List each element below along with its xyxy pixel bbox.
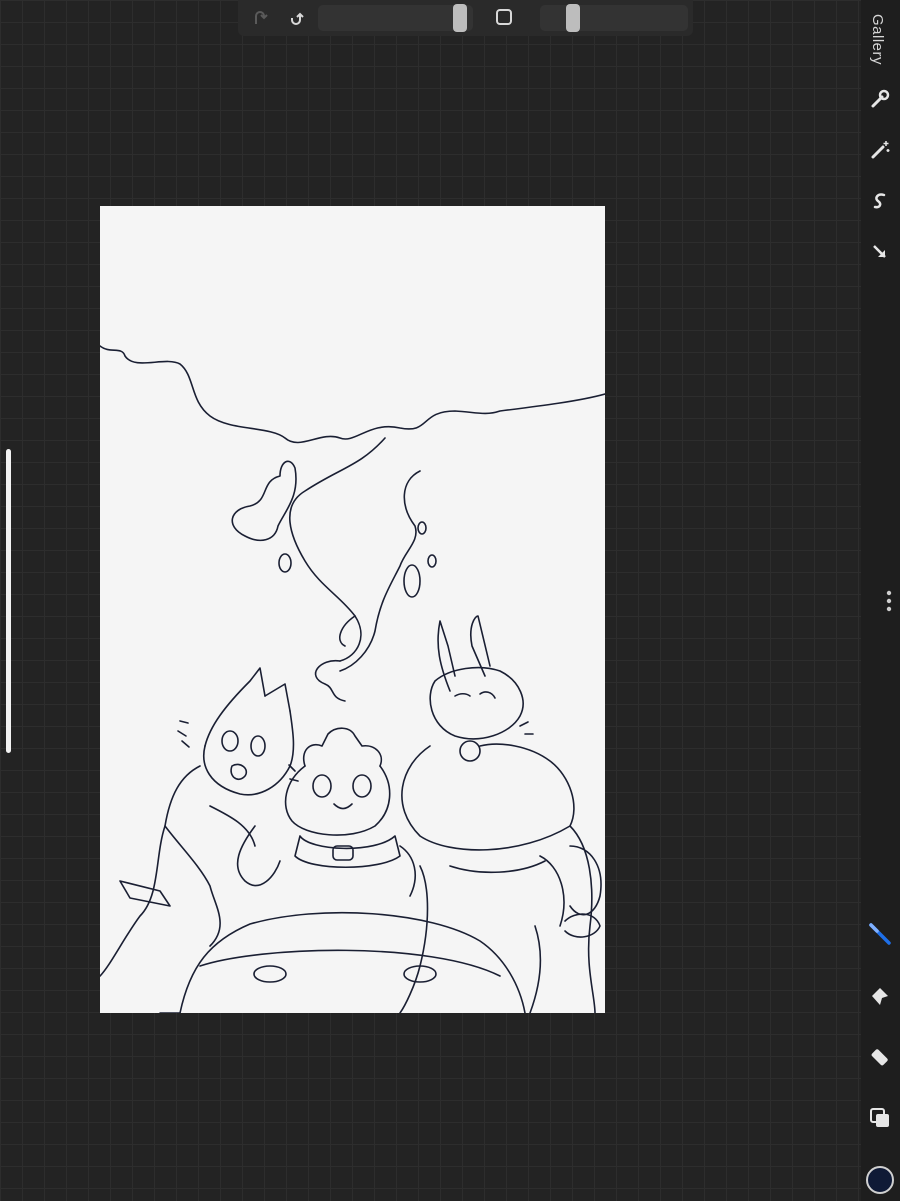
side-size-slider[interactable]	[6, 449, 11, 753]
top-toolbar	[238, 0, 693, 36]
transform-arrow-icon[interactable]	[868, 240, 892, 264]
line-art-illustration	[100, 345, 605, 1013]
color-picker[interactable]	[866, 1166, 894, 1194]
brush-size-thumb[interactable]	[453, 4, 467, 32]
smudge-icon[interactable]	[868, 984, 892, 1008]
layers-icon[interactable]	[868, 1106, 892, 1130]
right-sidebar	[861, 0, 900, 1201]
redo-icon[interactable]	[250, 8, 270, 28]
gallery-button[interactable]: Gallery	[869, 14, 886, 65]
brush-size-slider[interactable]	[318, 5, 473, 31]
undo-icon[interactable]	[286, 8, 306, 28]
opacity-slider[interactable]	[540, 5, 688, 31]
drawing-canvas[interactable]	[100, 206, 605, 1013]
brush-icon[interactable]	[868, 922, 892, 946]
more-options-icon[interactable]	[886, 590, 892, 612]
opacity-thumb[interactable]	[566, 4, 580, 32]
magic-wand-icon[interactable]	[868, 138, 892, 162]
selection-icon[interactable]	[868, 189, 892, 213]
wrench-icon[interactable]	[868, 87, 892, 111]
modify-square-button[interactable]	[496, 9, 512, 25]
eraser-icon[interactable]	[868, 1045, 892, 1069]
